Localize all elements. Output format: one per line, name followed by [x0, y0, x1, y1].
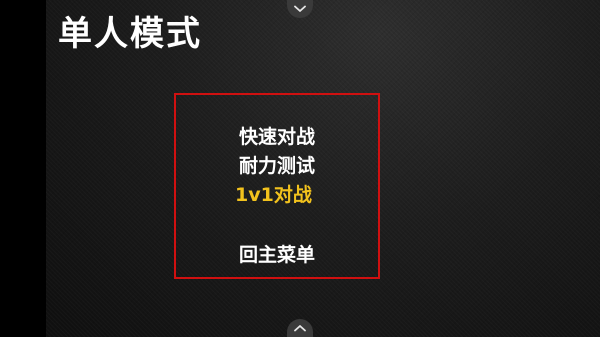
- menu-item-1v1-battle[interactable]: 1v1对战: [176, 183, 378, 207]
- menu-item-return-main-menu[interactable]: 回主菜单: [176, 243, 378, 267]
- mode-menu: 快速对战 耐力测试 1v1对战 回主菜单: [174, 93, 380, 279]
- menu-item-endurance-test[interactable]: 耐力测试: [176, 154, 378, 178]
- game-screen: 单人模式 快速对战 耐力测试 1v1对战 回主菜单: [0, 0, 600, 337]
- chevron-up-icon: [294, 325, 306, 332]
- menu-item-quick-battle[interactable]: 快速对战: [176, 125, 378, 149]
- chevron-down-icon: [294, 5, 306, 12]
- page-title: 单人模式: [58, 14, 202, 54]
